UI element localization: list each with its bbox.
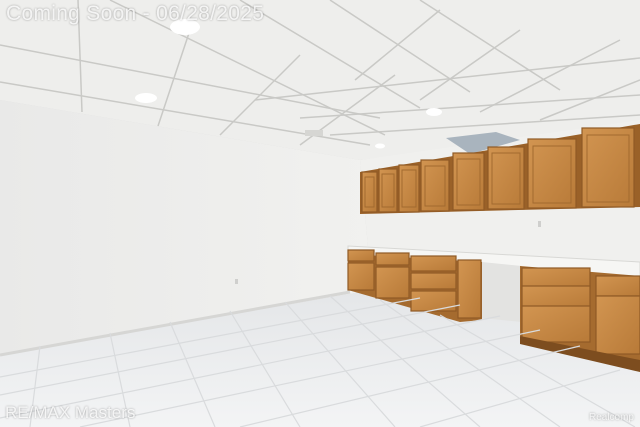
coming-soon-banner: Coming Soon - 06/28/2025 [6,2,265,25]
ceiling-vent [305,130,323,136]
wall-outlet [235,279,238,284]
wall-outlet [538,221,541,227]
site-watermark: Realcomp [588,412,634,423]
knee-space [482,262,522,322]
basement-room-illustration [0,0,640,427]
listing-photo: Coming Soon - 06/28/2025 RE/MAX Masters … [0,0,640,427]
brokerage-watermark: RE/MAX Masters [5,403,136,422]
